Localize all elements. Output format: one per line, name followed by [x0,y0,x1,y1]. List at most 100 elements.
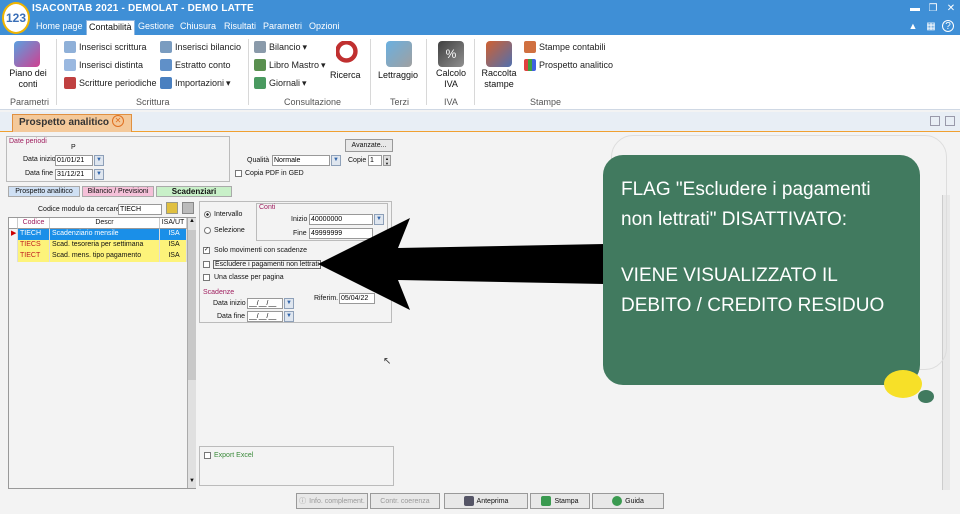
percent-icon: % [438,41,464,67]
inserisci-bilancio-button[interactable]: Inserisci bilancio [160,41,241,53]
column-descr[interactable]: Descr [50,218,160,229]
solo-movimenti-label: Solo movimenti con scadenze [214,247,307,254]
scritture-periodiche-button[interactable]: Scritture periodiche [64,77,157,89]
table-row[interactable]: ▶ TIECH Scadenziario mensile ISA [9,229,187,240]
ricerca-button[interactable]: Ricerca [330,70,361,80]
minimize-button[interactable]: ▬ [908,2,922,15]
calendar-icon [64,77,76,89]
prospetto-analitico-button[interactable]: Prospetto analitico [524,59,613,71]
yellow-dot-decoration [884,370,922,398]
scadenze-fine-input[interactable] [247,311,283,322]
chevron-up-icon[interactable]: ▲ [906,20,920,33]
cell-isa: ISA [160,251,187,262]
subtab-bilancio-previsioni[interactable]: Bilancio / Previsioni [82,186,154,197]
data-inizio-input[interactable] [55,155,93,166]
chevron-down-icon[interactable]: ▼ [331,155,341,166]
menu-home[interactable]: Home page [34,20,85,32]
app-title: ISACONTAB 2021 - DEMOLAT - DEMO LATTE [32,3,254,14]
scadenze-inizio-label: Data inizio [213,300,246,307]
menu-parametri[interactable]: Parametri [261,20,304,32]
cascade-icon[interactable] [945,116,955,126]
piano-conti-button[interactable]: Piano dei conti [6,68,50,90]
contr-coerenza-button[interactable]: Contr. coerenza [370,493,440,509]
edit-icon[interactable] [182,202,194,214]
menu-opzioni[interactable]: Opzioni [307,20,342,32]
calendar-dropdown-icon[interactable]: ▼ [284,311,294,322]
escludere-pagamenti-checkbox[interactable] [203,261,210,268]
cell-codice: TIECT [18,251,50,262]
calendar-dropdown-icon[interactable]: ▼ [94,155,104,166]
help-icon[interactable]: ? [942,20,954,32]
giornali-button[interactable]: Giornali ▾ [254,77,307,89]
codice-search-input[interactable] [118,204,162,215]
bilancio-button[interactable]: Bilancio ▾ [254,41,307,53]
avanzate-button[interactable]: Avanzate... [345,139,393,152]
grid-scrollbar[interactable]: ▲ ▼ [187,218,196,488]
copie-input[interactable] [368,155,382,166]
selezione-radio[interactable] [204,227,211,234]
intervallo-radio[interactable] [204,211,211,218]
raccolta-stampe-button[interactable]: Raccolta stampe [478,68,520,90]
conti-legend: Conti [259,204,276,211]
cell-codice: TIECS [18,240,50,251]
data-fine-input[interactable] [55,169,93,180]
calendar-dropdown-icon[interactable]: ▼ [284,298,294,309]
chevron-down-icon: ▾ [302,41,308,52]
stampa-button[interactable]: Stampa [530,493,590,509]
importazioni-button[interactable]: Importazioni ▾ [160,77,231,89]
scroll-thumb[interactable] [188,230,196,380]
conti-fine-label: Fine [293,230,307,237]
group-consultazione: Consultazione [284,97,342,107]
una-classe-checkbox[interactable] [203,274,210,281]
anteprima-button[interactable]: Anteprima [444,493,528,509]
ribbon-separator [370,39,371,105]
scadenze-inizio-input[interactable] [247,298,283,309]
column-codice[interactable]: Codice [18,218,50,229]
lettraggio-button[interactable]: Lettraggio [378,70,418,80]
table-row[interactable]: TIECS Scad. tesoreria per settimana ISA [9,240,187,251]
scale-icon [254,41,266,53]
group-scrittura: Scrittura [136,97,170,107]
inserisci-scrittura-button[interactable]: Inserisci scrittura [64,41,147,53]
table-row[interactable]: TIECT Scad. mens. tipo pagamento ISA [9,251,187,262]
subtab-prospetto-analitico[interactable]: Prospetto analitico [8,186,80,197]
edit-icon [64,41,76,53]
calculator-icon[interactable]: ▦ [924,20,938,33]
menu-risultati[interactable]: Risultati [222,20,258,32]
calcolo-iva-button[interactable]: Calcolo IVA [432,68,470,90]
close-button[interactable]: ✕ [944,2,958,15]
calendar-dropdown-icon[interactable]: ▼ [94,169,104,180]
periodo-p: P [71,144,76,151]
tab-close-icon[interactable]: ✕ [112,115,124,127]
guida-button[interactable]: Guida [592,493,664,509]
title-bar: ISACONTAB 2021 - DEMOLAT - DEMO LATTE ▬ … [0,0,960,18]
menu-contabilita[interactable]: Contabilità [86,20,135,35]
subtab-scadenziari[interactable]: Scadenziari [156,186,232,197]
restore-button[interactable]: ❐ [926,2,940,15]
tile-icon[interactable] [930,116,940,126]
menu-gestione[interactable]: Gestione [136,20,176,32]
chevron-down-icon[interactable]: ▼ [189,478,195,484]
group-iva: IVA [444,97,458,107]
key-icon[interactable] [166,202,178,214]
qualita-select[interactable] [272,155,330,166]
print-icon [524,41,536,53]
stampe-contabili-button[interactable]: Stampe contabili [524,41,606,53]
libro-mastro-button[interactable]: Libro Mastro ▾ [254,59,326,71]
chevron-down-icon: ▾ [321,59,326,70]
piano-conti-icon [14,41,40,67]
export-excel-checkbox[interactable] [204,452,211,459]
column-isa[interactable]: ISA/UT [160,218,187,229]
solo-movimenti-checkbox[interactable]: ✓ [203,247,210,254]
ribbon-separator [426,39,427,105]
menu-chiusura[interactable]: Chiusura [178,20,218,32]
estratto-conto-button[interactable]: Estratto conto [160,59,231,71]
inserisci-distinta-button[interactable]: Inserisci distinta [64,59,143,71]
bar-chart-icon [524,59,536,71]
copia-pdf-checkbox[interactable] [235,170,242,177]
left-arrow-shape [318,218,604,310]
chevron-up-icon[interactable]: ▲ [189,218,195,224]
info-complement-button[interactable]: ⓘ Info. complement. [296,493,368,509]
copie-stepper[interactable]: ▲ ▼ [383,155,391,166]
preview-icon [463,496,474,506]
